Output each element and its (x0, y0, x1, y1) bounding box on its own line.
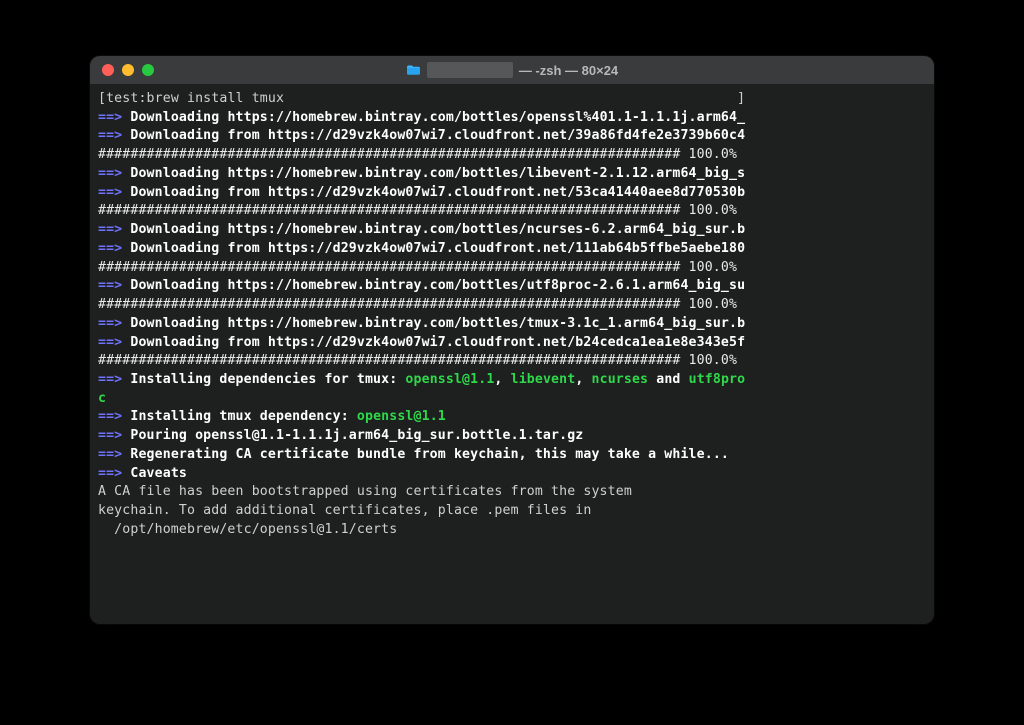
titlebar[interactable]: — -zsh — 80×24 (90, 56, 934, 84)
progress-line: ########################################… (98, 296, 926, 315)
output-line: ==> Installing tmux dependency: openssl@… (98, 408, 926, 427)
prompt-line: [test:brew install tmux ] (98, 90, 926, 109)
caveat-line: /opt/homebrew/etc/openssl@1.1/certs (98, 521, 926, 540)
progress-line: ########################################… (98, 259, 926, 278)
title-text: — -zsh — 80×24 (519, 63, 618, 78)
zoom-button[interactable] (142, 64, 154, 76)
output-line: ==> Downloading https://homebrew.bintray… (98, 109, 926, 128)
folder-icon (406, 64, 421, 76)
output-line: ==> Caveats (98, 465, 926, 484)
close-button[interactable] (102, 64, 114, 76)
progress-line: ########################################… (98, 202, 926, 221)
title-redacted-segment (427, 62, 513, 78)
traffic-lights (102, 64, 154, 76)
deps-line-wrap: c (98, 390, 926, 409)
output-line: ==> Downloading from https://d29vzk4ow07… (98, 127, 926, 146)
deps-line: ==> Installing dependencies for tmux: op… (98, 371, 926, 390)
terminal-window: — -zsh — 80×24 [test:brew install tmux ]… (90, 56, 934, 624)
minimize-button[interactable] (122, 64, 134, 76)
output-line: ==> Downloading https://homebrew.bintray… (98, 277, 926, 296)
caveat-line: A CA file has been bootstrapped using ce… (98, 483, 926, 502)
caveat-line: keychain. To add additional certificates… (98, 502, 926, 521)
progress-line: ########################################… (98, 146, 926, 165)
terminal-body[interactable]: [test:brew install tmux ]==> Downloading… (90, 84, 934, 624)
output-line: ==> Downloading from https://d29vzk4ow07… (98, 184, 926, 203)
output-line: ==> Downloading from https://d29vzk4ow07… (98, 240, 926, 259)
output-line: ==> Regenerating CA certificate bundle f… (98, 446, 926, 465)
output-line: ==> Downloading https://homebrew.bintray… (98, 221, 926, 240)
window-title: — -zsh — 80×24 (90, 62, 934, 78)
progress-line: ########################################… (98, 352, 926, 371)
output-line: ==> Downloading from https://d29vzk4ow07… (98, 334, 926, 353)
output-line: ==> Downloading https://homebrew.bintray… (98, 315, 926, 334)
output-line: ==> Pouring openssl@1.1-1.1.1j.arm64_big… (98, 427, 926, 446)
output-line: ==> Downloading https://homebrew.bintray… (98, 165, 926, 184)
